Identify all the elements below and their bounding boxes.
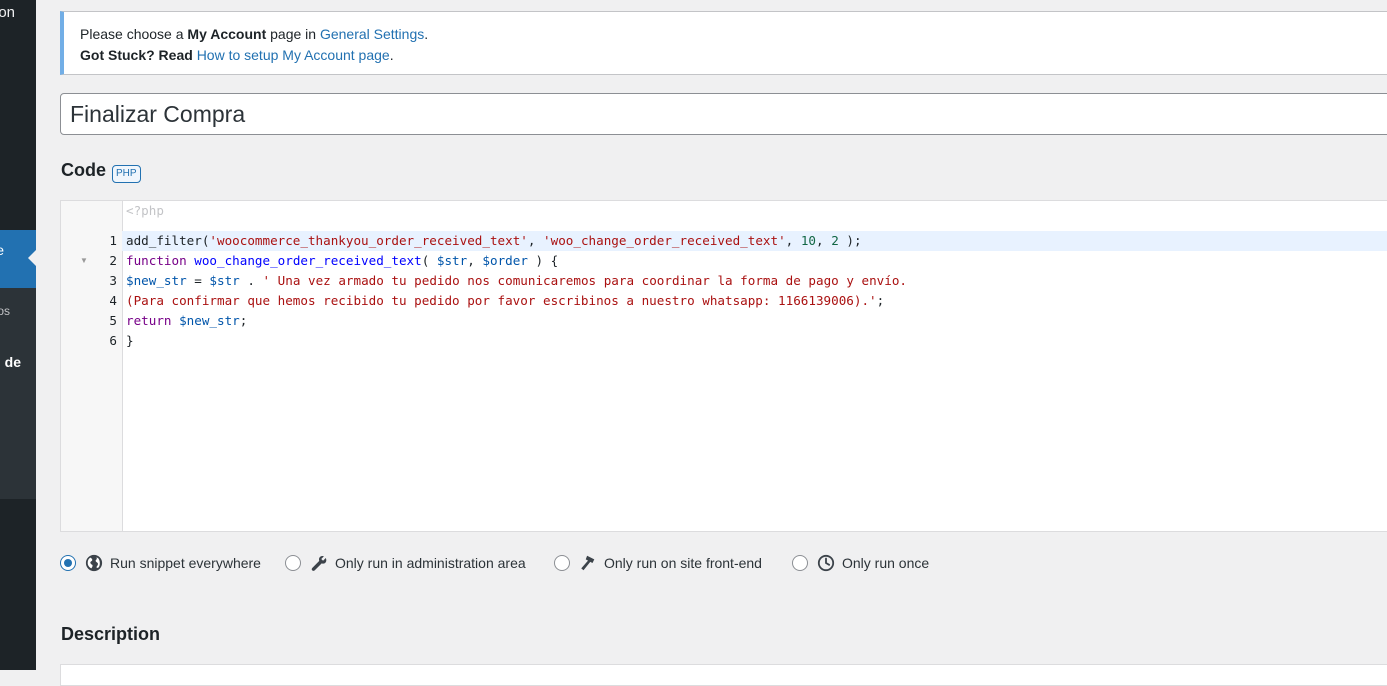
scope-option-admin[interactable]: Only run in administration area xyxy=(285,552,526,574)
notice-text: . xyxy=(389,47,394,63)
notice-text: Please choose a xyxy=(80,26,188,42)
fold-toggle-icon[interactable]: ▼ xyxy=(80,251,88,271)
scope-radio[interactable] xyxy=(285,555,301,571)
line-number: 5 xyxy=(109,313,117,328)
setup-guide-link[interactable]: How to setup My Account page xyxy=(197,47,390,63)
code-line[interactable]: (Para confirmar que hemos recibido tu pe… xyxy=(122,291,1387,311)
line-number: 4 xyxy=(109,293,117,308)
general-settings-link[interactable]: General Settings xyxy=(320,26,424,42)
scope-option-frontend[interactable]: Only run on site front-end xyxy=(554,552,762,574)
current-menu-arrow xyxy=(28,250,36,266)
notice-line-1: Please choose a My Account page in Gener… xyxy=(80,26,428,42)
notice-bold-text: My Account xyxy=(187,26,267,42)
sidebar-subitem[interactable]: os xyxy=(0,304,10,318)
scope-label: Run snippet everywhere xyxy=(110,555,261,571)
code-area[interactable]: <?php add_filter('woocommerce_thankyou_o… xyxy=(122,201,1387,531)
scope-option-everywhere[interactable]: Run snippet everywhere xyxy=(60,552,261,574)
scope-label: Only run on site front-end xyxy=(604,555,762,571)
scope-radio[interactable] xyxy=(60,555,76,571)
code-line[interactable]: return $new_str; xyxy=(122,311,1387,331)
code-editor[interactable]: 1 2 3 4 5 6 ▼ <?php add_filter('woocommerce_th… xyxy=(60,200,1387,532)
scope-option-once[interactable]: Only run once xyxy=(792,552,929,574)
line-number-gutter: 1 2 3 4 5 6 ▼ xyxy=(61,201,123,531)
sidebar-subitem-current[interactable]: de xyxy=(5,354,21,370)
code-line[interactable]: add_filter('woocommerce_thankyou_order_r… xyxy=(122,231,1387,251)
line-number: 3 xyxy=(109,273,117,288)
code-line[interactable]: function woo_change_order_received_text(… xyxy=(122,251,1387,271)
scope-radio[interactable] xyxy=(792,555,808,571)
notice-text: page in xyxy=(266,26,320,42)
scope-label: Only run in administration area xyxy=(335,555,526,571)
code-section-heading: Code xyxy=(61,160,106,180)
code-line[interactable]: } xyxy=(122,331,1387,351)
wrench-icon xyxy=(311,555,327,571)
sidebar-item-current-label[interactable]: e xyxy=(0,242,4,258)
hammer-icon xyxy=(581,555,595,571)
line-number: 2 xyxy=(109,253,117,268)
description-editor[interactable] xyxy=(60,664,1387,686)
settings-notice: Please choose a My Account page in Gener… xyxy=(60,11,1387,75)
notice-bold-text: Got Stuck? Read xyxy=(80,47,193,63)
line-number: 6 xyxy=(109,333,117,348)
globe-icon xyxy=(85,554,103,572)
notice-line-2: Got Stuck? Read How to setup My Account … xyxy=(80,47,394,63)
notice-text: . xyxy=(424,26,429,42)
php-open-tag: <?php xyxy=(126,203,164,218)
code-line[interactable]: $new_str = $str . ' Una vez armado tu pe… xyxy=(122,271,1387,291)
snippet-title-input[interactable] xyxy=(60,93,1387,135)
language-badge: PHP xyxy=(112,165,141,183)
admin-sidebar: on e os de xyxy=(0,0,36,670)
sidebar-submenu xyxy=(0,262,36,499)
description-heading: Description xyxy=(61,624,161,644)
scope-radio[interactable] xyxy=(554,555,570,571)
scope-label: Only run once xyxy=(842,555,930,571)
line-number: 1 xyxy=(109,233,117,248)
clock-icon xyxy=(817,554,835,572)
sidebar-item-label[interactable]: on xyxy=(0,4,15,21)
